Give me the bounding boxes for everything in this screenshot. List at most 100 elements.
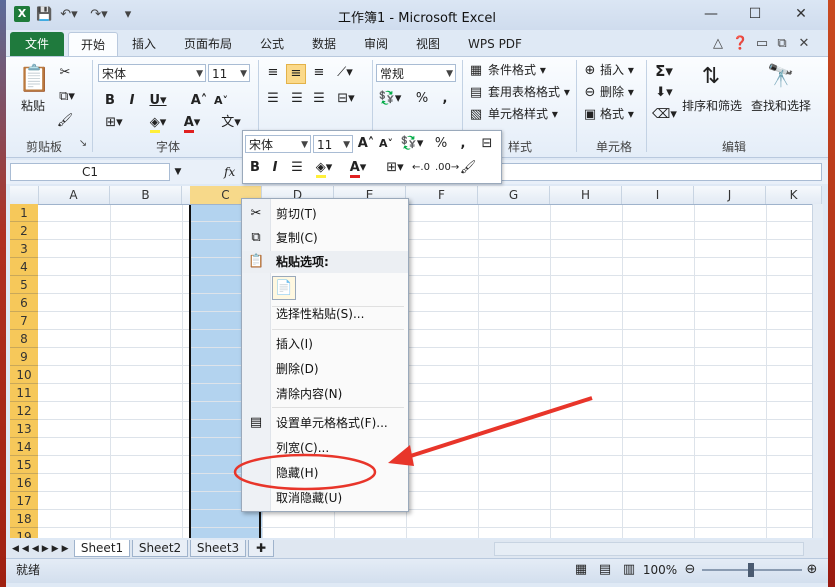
align-right-icon[interactable]: ☰: [310, 90, 328, 108]
normal-view-icon[interactable]: ▦: [572, 561, 590, 579]
cell-styles-button[interactable]: 单元格样式 ▾: [488, 106, 558, 122]
column-header-b[interactable]: B: [110, 186, 182, 204]
insert-cells-icon[interactable]: ⊕: [582, 62, 598, 80]
number-format-combo[interactable]: 常规 ▼: [376, 64, 456, 82]
row-header-13[interactable]: 13: [10, 420, 38, 438]
format-cells-button[interactable]: 格式 ▾: [600, 106, 634, 122]
insert-sheet-icon[interactable]: ✚: [248, 540, 274, 557]
paste-button[interactable]: 粘贴: [16, 98, 50, 114]
name-box-chevron-icon[interactable]: ▼: [172, 163, 184, 181]
sheet-tab-2[interactable]: Sheet2: [132, 540, 188, 557]
mini-fill-color-icon[interactable]: ◈▾: [311, 159, 337, 178]
mini-percent-icon[interactable]: %: [433, 135, 449, 153]
conditional-format-button[interactable]: 条件格式 ▾: [488, 62, 546, 78]
paste-option-icon[interactable]: 📄: [272, 276, 296, 300]
mini-font-color-icon[interactable]: A▾: [345, 159, 371, 178]
mini-size-combo[interactable]: 11 ▼: [313, 135, 353, 153]
insert-cells-button[interactable]: 插入 ▾: [600, 62, 634, 78]
row-header-1[interactable]: 1: [10, 204, 38, 222]
row-header-4[interactable]: 4: [10, 258, 38, 276]
cut-icon[interactable]: ✂: [56, 64, 74, 82]
menu-item-format-cells[interactable]: ▤ 设置单元格格式(F)...: [242, 412, 408, 434]
menu-item-clear[interactable]: 清除内容(N): [242, 383, 408, 405]
column-header-i[interactable]: I: [622, 186, 694, 204]
row-header-15[interactable]: 15: [10, 456, 38, 474]
font-name-combo[interactable]: 宋体 ▼: [98, 64, 206, 82]
tab-page-layout[interactable]: 页面布局: [176, 32, 240, 56]
find-select-icon[interactable]: 🔭: [766, 62, 796, 92]
sheet-nav-arrows-icon[interactable]: ◀◀◀▶▶▶: [12, 541, 72, 557]
row-header-8[interactable]: 8: [10, 330, 38, 348]
mini-center-icon[interactable]: ☰: [289, 159, 305, 177]
menu-item-unhide[interactable]: 取消隐藏(U): [242, 487, 408, 509]
sheet-tab-3[interactable]: Sheet3: [190, 540, 246, 557]
tab-home[interactable]: 开始: [68, 32, 118, 57]
zoom-out-icon[interactable]: ⊖: [682, 561, 698, 579]
clear-icon[interactable]: ⌫▾: [652, 106, 677, 124]
workbook-restore-icon[interactable]: ⧉: [774, 36, 790, 52]
minimize-button[interactable]: —: [698, 4, 724, 24]
page-break-view-icon[interactable]: ▥: [620, 561, 638, 579]
tab-wps-pdf[interactable]: WPS PDF: [460, 32, 530, 56]
paste-icon[interactable]: 📋: [18, 62, 50, 96]
mini-italic-icon[interactable]: I: [267, 159, 283, 177]
menu-item-delete[interactable]: 删除(D): [242, 358, 408, 380]
row-header-16[interactable]: 16: [10, 474, 38, 492]
conditional-format-icon[interactable]: ▦: [468, 62, 484, 80]
orientation-icon[interactable]: ⟋▾: [334, 64, 356, 82]
column-header-k[interactable]: K: [766, 186, 822, 204]
menu-item-cut[interactable]: ✂ 剪切(T): [242, 203, 408, 225]
menu-item-copy[interactable]: ⧉ 复制(C): [242, 227, 408, 249]
row-header-19[interactable]: 19: [10, 528, 38, 538]
tab-view[interactable]: 视图: [408, 32, 448, 56]
mini-decrease-decimal-icon[interactable]: .00→: [435, 159, 459, 177]
row-header-5[interactable]: 5: [10, 276, 38, 294]
align-middle-icon[interactable]: ≡: [286, 64, 306, 84]
workbook-close-icon[interactable]: ✕: [796, 36, 812, 52]
find-select-button[interactable]: 查找和选择: [746, 98, 816, 114]
comma-icon[interactable]: ,: [438, 90, 452, 108]
format-cells-icon[interactable]: ▣: [582, 106, 598, 124]
align-left-icon[interactable]: ☰: [264, 90, 282, 108]
sort-filter-button[interactable]: 排序和筛选: [678, 98, 746, 114]
tab-data[interactable]: 数据: [304, 32, 344, 56]
mini-font-combo[interactable]: 宋体 ▼: [245, 135, 311, 153]
mini-format-painter-icon[interactable]: 🖌: [459, 159, 477, 177]
zoom-level[interactable]: 100%: [640, 562, 680, 578]
vertical-scrollbar[interactable]: [812, 204, 823, 538]
fill-color-icon[interactable]: ◈▾: [146, 114, 170, 133]
row-header-12[interactable]: 12: [10, 402, 38, 420]
menu-item-paste-special[interactable]: 选择性粘贴(S)...: [242, 303, 408, 325]
name-box[interactable]: C1: [10, 163, 170, 181]
mini-bold-icon[interactable]: B: [247, 159, 263, 177]
column-header-g[interactable]: G: [478, 186, 550, 204]
tab-formulas[interactable]: 公式: [252, 32, 292, 56]
page-layout-view-icon[interactable]: ▤: [596, 561, 614, 579]
row-header-11[interactable]: 11: [10, 384, 38, 402]
column-header-f[interactable]: F: [406, 186, 478, 204]
zoom-slider-thumb[interactable]: [748, 563, 754, 577]
increase-font-icon[interactable]: A˄: [190, 92, 208, 110]
mini-merge-icon[interactable]: ⊟: [477, 135, 497, 153]
format-painter-icon[interactable]: 🖌: [56, 112, 74, 130]
insert-function-icon[interactable]: fx: [224, 163, 240, 181]
row-header-6[interactable]: 6: [10, 294, 38, 312]
tab-file[interactable]: 文件: [10, 32, 64, 56]
mini-borders-icon[interactable]: ⊞▾: [383, 159, 407, 177]
cell-styles-icon[interactable]: ▧: [468, 106, 484, 124]
mini-comma-icon[interactable]: ,: [457, 135, 469, 153]
column-header-h[interactable]: H: [550, 186, 622, 204]
bold-icon[interactable]: B: [102, 92, 118, 110]
align-bottom-icon[interactable]: ≡: [310, 64, 328, 82]
tab-insert[interactable]: 插入: [124, 32, 164, 56]
accounting-format-icon[interactable]: 💱▾: [378, 90, 402, 108]
column-header-a[interactable]: A: [38, 186, 110, 204]
worksheet-grid[interactable]: A B C D E F G H I J K 1 2 3 4 5 6 7 8 9 10 11 12 13 1…: [10, 186, 822, 538]
row-header-17[interactable]: 17: [10, 492, 38, 510]
delete-cells-icon[interactable]: ⊖: [582, 84, 598, 102]
horizontal-scrollbar[interactable]: [494, 542, 804, 556]
sort-filter-icon[interactable]: ⇅: [696, 62, 726, 92]
sheet-tab-1[interactable]: Sheet1: [74, 540, 130, 557]
zoom-in-icon[interactable]: ⊕: [804, 561, 820, 579]
column-header-j[interactable]: J: [694, 186, 766, 204]
